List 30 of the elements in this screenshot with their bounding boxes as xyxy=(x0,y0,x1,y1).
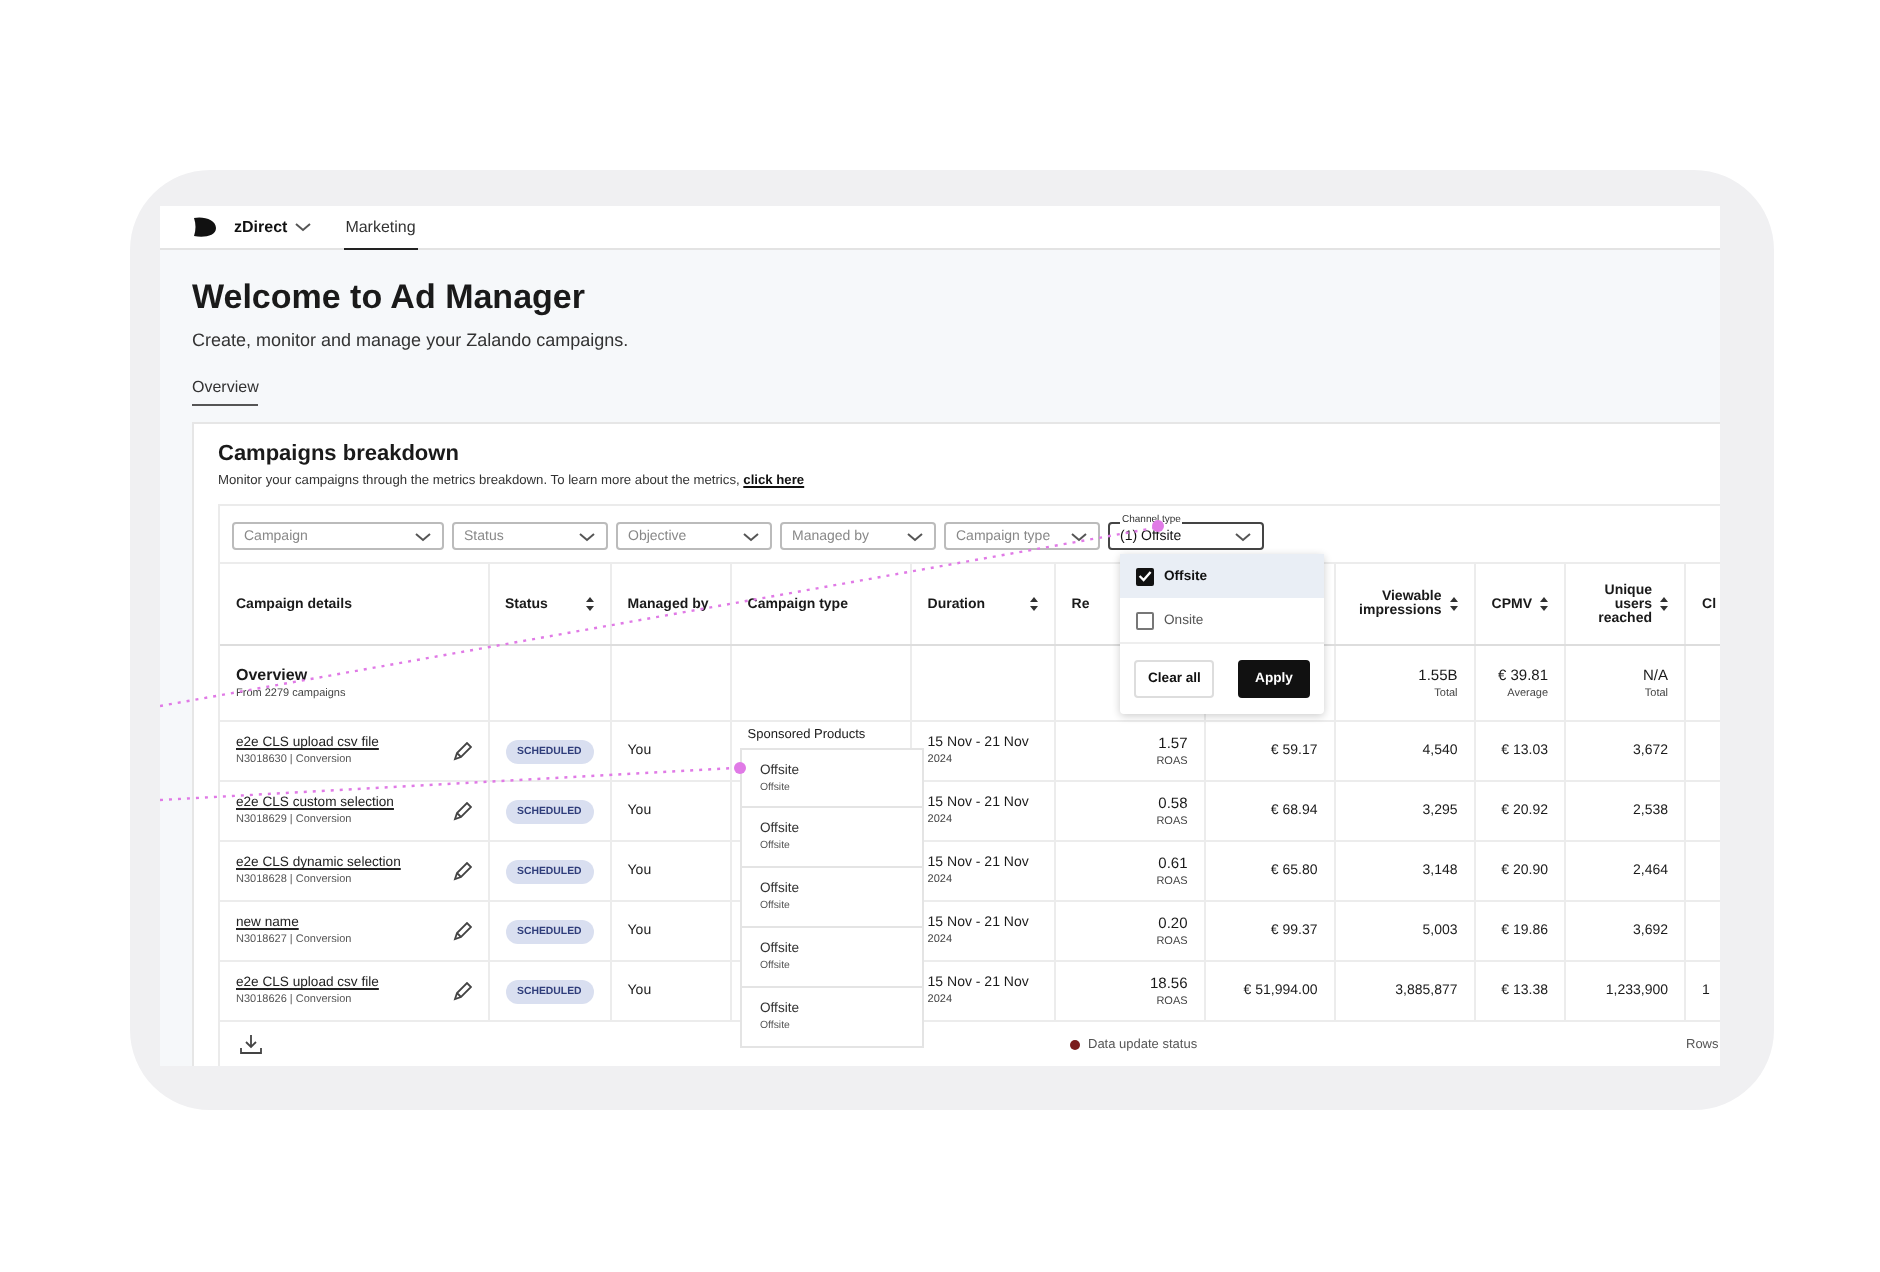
status-dot-icon xyxy=(1070,1039,1080,1049)
sort-icon xyxy=(1029,596,1038,612)
check-icon xyxy=(1138,570,1152,582)
sort-icon xyxy=(1660,596,1669,612)
edit-icon[interactable] xyxy=(451,801,471,821)
nav-tab[interactable]: Marketing xyxy=(343,206,418,249)
logo-icon xyxy=(192,216,218,238)
chevron-down-icon xyxy=(1234,531,1252,541)
page-title: Welcome to Ad Manager xyxy=(192,278,587,318)
download-icon[interactable] xyxy=(240,1034,262,1054)
checkbox[interactable] xyxy=(1136,567,1154,585)
chevron-down-icon xyxy=(742,531,760,541)
page-tab[interactable]: Overview xyxy=(192,370,259,406)
chevron-down-icon xyxy=(293,222,312,232)
sort-icon xyxy=(585,596,594,612)
chevron-down-icon xyxy=(414,531,432,541)
chevron-down-icon xyxy=(906,531,924,541)
chevron-down-icon xyxy=(1070,531,1088,541)
checkbox[interactable] xyxy=(1136,611,1154,629)
page-subtitle: Create, monitor and manage your Zalando campaigns. xyxy=(192,330,631,350)
edit-icon[interactable] xyxy=(451,741,471,761)
edit-icon[interactable] xyxy=(451,861,471,881)
overview-title: Overview xyxy=(236,666,310,684)
sort-icon xyxy=(1540,596,1549,612)
chevron-down-icon xyxy=(578,531,596,541)
section-title: Campaigns breakdown xyxy=(218,442,461,466)
account-switcher[interactable]: zDirect xyxy=(234,218,312,236)
sort-icon xyxy=(1449,596,1458,612)
edit-icon[interactable] xyxy=(451,981,471,1001)
edit-icon[interactable] xyxy=(451,921,471,941)
